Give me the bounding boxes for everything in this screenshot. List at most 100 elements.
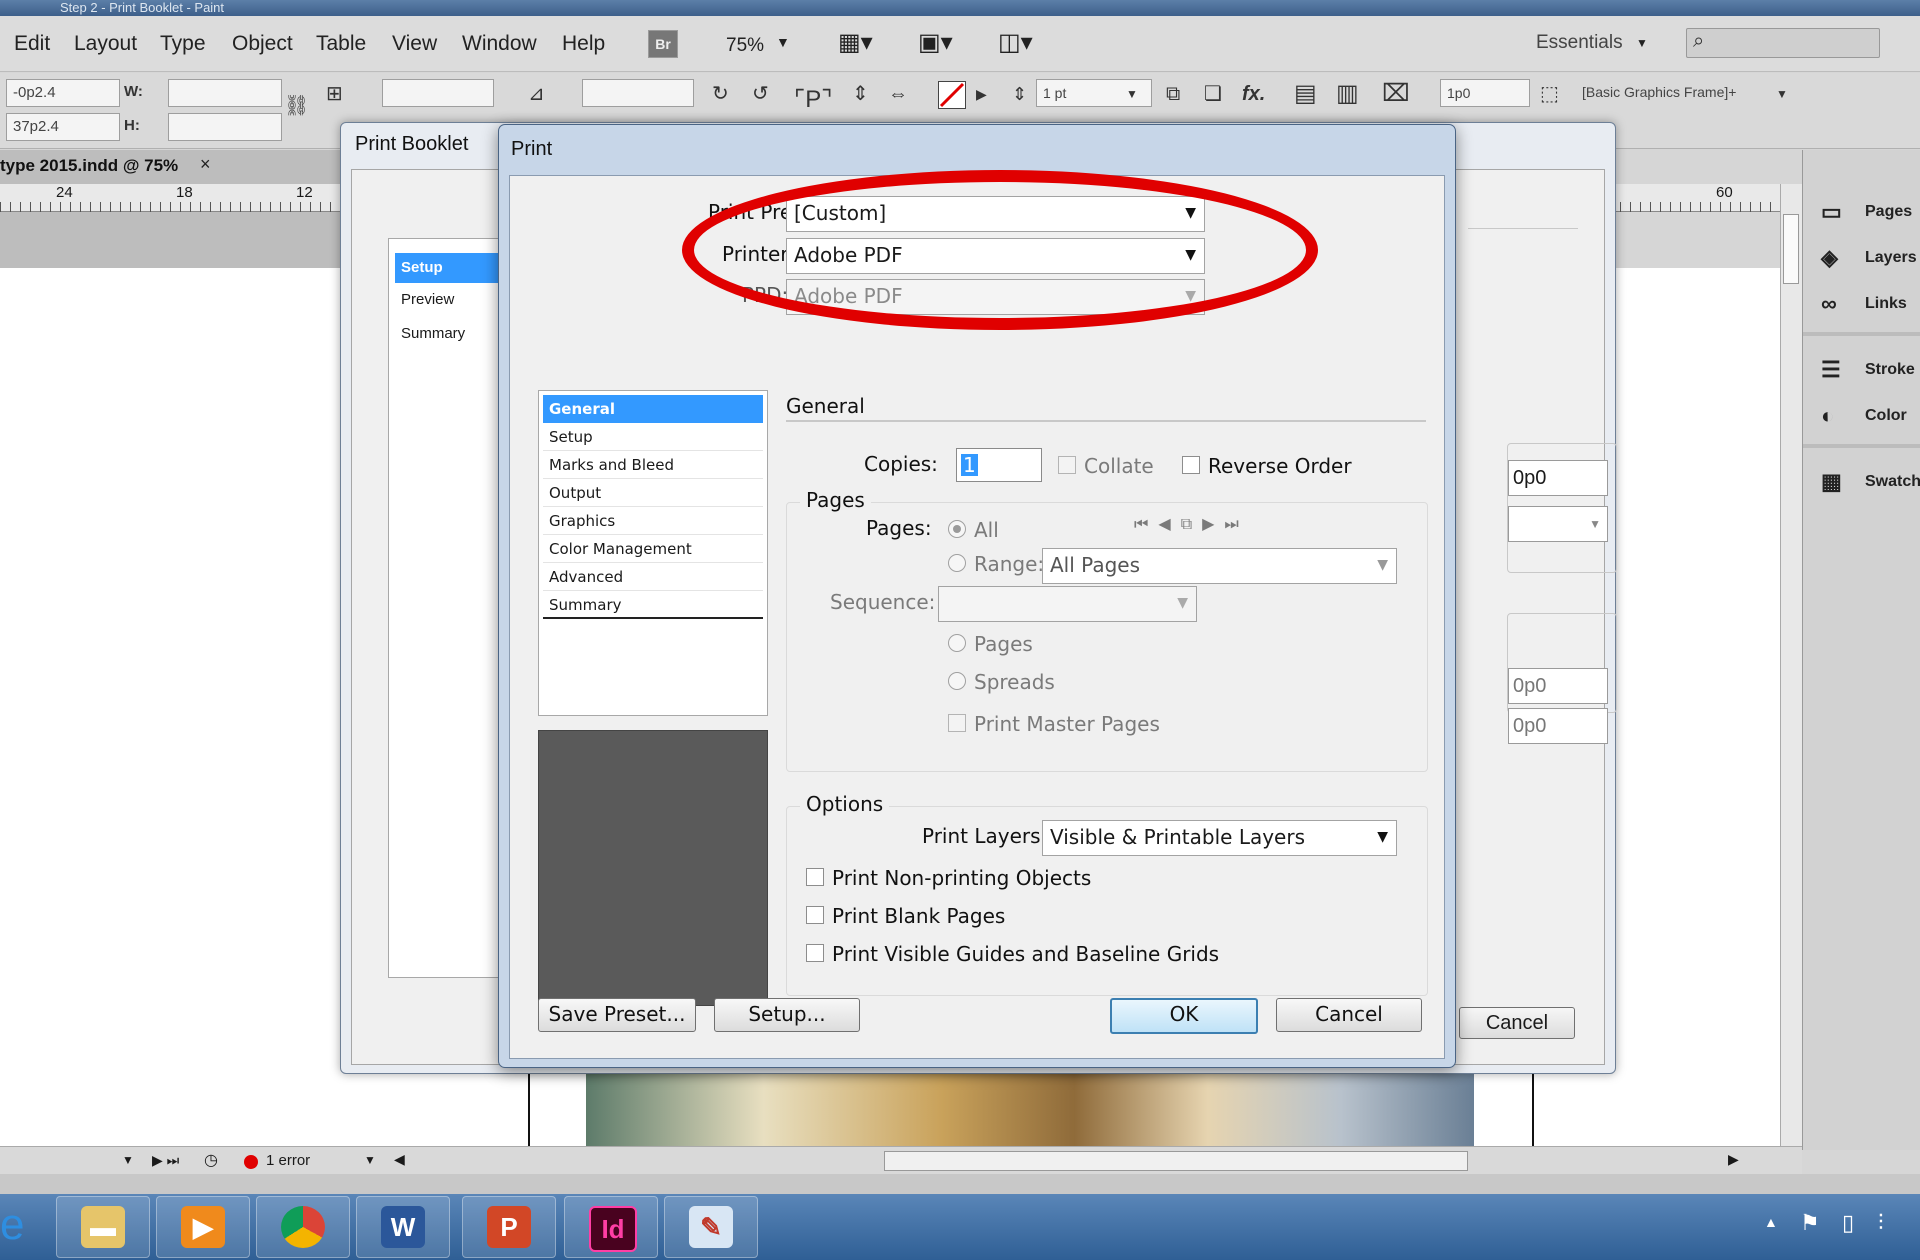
- menu-window[interactable]: Window: [462, 32, 537, 56]
- menu-edit[interactable]: Edit: [14, 32, 50, 56]
- print-nav-advanced[interactable]: Advanced: [543, 563, 763, 591]
- preflight-icon[interactable]: ◷: [204, 1150, 218, 1170]
- panel-swatches[interactable]: ▦Swatches: [1803, 460, 1920, 504]
- stroke-weight-stepper[interactable]: ⇕: [1012, 81, 1027, 107]
- print-master-pages-checkbox[interactable]: [948, 714, 966, 732]
- ok-button[interactable]: OK: [1110, 998, 1258, 1034]
- swatch-menu-icon[interactable]: ▶: [976, 81, 987, 107]
- menu-help[interactable]: Help: [562, 32, 605, 56]
- print-guides-checkbox[interactable]: [806, 944, 824, 962]
- wrap-bounding-icon[interactable]: ▥: [1336, 81, 1359, 107]
- view-options-icon[interactable]: ▣▾: [918, 28, 953, 57]
- text-path-icon[interactable]: ⌜P⌝: [794, 87, 833, 113]
- scale-x-field[interactable]: [382, 79, 494, 107]
- arrange-documents-icon[interactable]: ◫▾: [998, 28, 1033, 57]
- menu-object[interactable]: Object: [232, 32, 293, 56]
- save-preset-button[interactable]: Save Preset...: [538, 998, 696, 1032]
- taskbar-chrome[interactable]: [256, 1196, 350, 1258]
- next-page-icon[interactable]: ▶ ⏭: [152, 1152, 179, 1169]
- pages-range-radio[interactable]: [948, 554, 966, 572]
- select-container-icon[interactable]: ⧉: [1166, 81, 1180, 107]
- object-style-chevron-icon[interactable]: ▼: [1776, 81, 1788, 107]
- print-nav-color-management[interactable]: Color Management: [543, 535, 763, 563]
- booklet-nav-summary[interactable]: Summary: [395, 319, 507, 349]
- taskbar-media-player[interactable]: ▶: [156, 1196, 250, 1258]
- booklet-nav-setup[interactable]: Setup: [395, 253, 507, 283]
- pages-range-select[interactable]: All Pages ▼: [1042, 548, 1397, 584]
- rotate-ccw-icon[interactable]: ↺: [752, 81, 769, 107]
- effects-icon[interactable]: fx.: [1242, 81, 1265, 107]
- cancel-button[interactable]: Cancel: [1276, 998, 1422, 1032]
- print-nav-marks-bleed[interactable]: Marks and Bleed: [543, 451, 763, 479]
- chevron-down-icon[interactable]: ▼: [776, 34, 790, 50]
- booklet-cancel-button[interactable]: Cancel: [1459, 1007, 1575, 1039]
- sequence-select[interactable]: ▼: [938, 586, 1197, 622]
- taskbar-indesign[interactable]: Id: [564, 1196, 658, 1258]
- panel-stroke[interactable]: ☰ Stroke: [1803, 348, 1920, 392]
- search-input[interactable]: ⌕: [1686, 28, 1880, 58]
- booklet-offset-field-2[interactable]: 0p0: [1508, 708, 1608, 744]
- panel-pages[interactable]: ▭ Pages: [1803, 190, 1920, 234]
- scroll-thumb[interactable]: [1783, 214, 1799, 284]
- booklet-nav-preview[interactable]: Preview: [395, 285, 507, 315]
- panel-links[interactable]: ∞ Links: [1803, 282, 1920, 326]
- taskbar-paint[interactable]: ✎: [664, 1196, 758, 1258]
- rotate-cw-icon[interactable]: ↻: [712, 81, 729, 107]
- object-style-icon[interactable]: ⬚: [1540, 81, 1559, 107]
- screen-mode-icon[interactable]: ▦▾: [838, 28, 873, 57]
- spreads-option-radio[interactable]: [948, 672, 966, 690]
- network-signal-icon[interactable]: ⫶: [1878, 1210, 1884, 1236]
- scroll-right-icon[interactable]: ▶: [1728, 1151, 1739, 1168]
- text-wrap-icon[interactable]: ▤: [1294, 81, 1317, 107]
- bridge-button[interactable]: Br: [648, 30, 678, 58]
- flip-horizontal-icon[interactable]: ⇔: [888, 81, 908, 107]
- pages-option-radio[interactable]: [948, 634, 966, 652]
- height-field[interactable]: [168, 113, 282, 141]
- print-nav-graphics[interactable]: Graphics: [543, 507, 763, 535]
- booklet-space-field[interactable]: 0p0: [1508, 460, 1608, 496]
- stroke-weight-chevron-icon[interactable]: ▼: [1126, 81, 1138, 107]
- vertical-scrollbar[interactable]: [1780, 184, 1802, 1148]
- width-field[interactable]: [168, 79, 282, 107]
- preflight-menu-icon[interactable]: ▼: [364, 1153, 376, 1167]
- print-non-printing-checkbox[interactable]: [806, 868, 824, 886]
- constrain-proportions-icon[interactable]: ⛓: [284, 93, 309, 119]
- print-nav-output[interactable]: Output: [543, 479, 763, 507]
- drop-shadow-icon[interactable]: ❏: [1204, 81, 1222, 107]
- taskbar-word[interactable]: W: [356, 1196, 450, 1258]
- flip-vertical-icon[interactable]: ⇕: [852, 81, 869, 107]
- document-tab[interactable]: type 2015.indd @ 75%: [0, 156, 178, 176]
- rotate-angle-icon[interactable]: ⊿: [528, 81, 545, 107]
- setup-button[interactable]: Setup...: [714, 998, 860, 1032]
- action-center-icon[interactable]: ⚑: [1800, 1210, 1820, 1236]
- scale-x-icon[interactable]: ⊞: [326, 81, 343, 107]
- reverse-order-checkbox[interactable]: [1182, 456, 1200, 474]
- menu-view[interactable]: View: [392, 32, 437, 56]
- x-field[interactable]: -0p2.4: [6, 79, 120, 107]
- taskbar-explorer[interactable]: ▬: [56, 1196, 150, 1258]
- horizontal-scroll-thumb[interactable]: [884, 1151, 1468, 1171]
- scroll-left-icon[interactable]: ◀: [394, 1151, 405, 1168]
- close-tab-icon[interactable]: ×: [200, 154, 211, 175]
- panel-layers[interactable]: ◈ Layers: [1803, 236, 1920, 280]
- print-blank-pages-checkbox[interactable]: [806, 906, 824, 924]
- print-layers-select[interactable]: Visible & Printable Layers ▼: [1042, 820, 1397, 856]
- show-hidden-icons[interactable]: ▲: [1764, 1214, 1778, 1230]
- pages-all-radio[interactable]: [948, 520, 966, 538]
- preflight-errors[interactable]: 1 error: [266, 1152, 310, 1169]
- zoom-level[interactable]: 75%: [726, 35, 764, 57]
- battery-icon[interactable]: ▯: [1842, 1210, 1854, 1236]
- internet-explorer-icon[interactable]: e: [0, 1200, 24, 1250]
- print-nav-setup[interactable]: Setup: [543, 423, 763, 451]
- frame-fitting-icon[interactable]: ⌧: [1382, 81, 1410, 107]
- rotation-field[interactable]: [582, 79, 694, 107]
- panel-color[interactable]: ◐ Color: [1803, 394, 1920, 438]
- object-style-select[interactable]: [Basic Graphics Frame]+: [1576, 79, 1770, 105]
- workspace-chevron-icon[interactable]: ▼: [1636, 36, 1648, 50]
- y-field[interactable]: 37p2.4: [6, 113, 120, 141]
- menu-type[interactable]: Type: [160, 32, 206, 56]
- taskbar-powerpoint[interactable]: P: [462, 1196, 556, 1258]
- collate-checkbox[interactable]: [1058, 456, 1076, 474]
- print-nav-summary[interactable]: Summary: [543, 591, 763, 619]
- page-navigation-icons[interactable]: ⏮◀⧉▶⏭: [1134, 514, 1249, 534]
